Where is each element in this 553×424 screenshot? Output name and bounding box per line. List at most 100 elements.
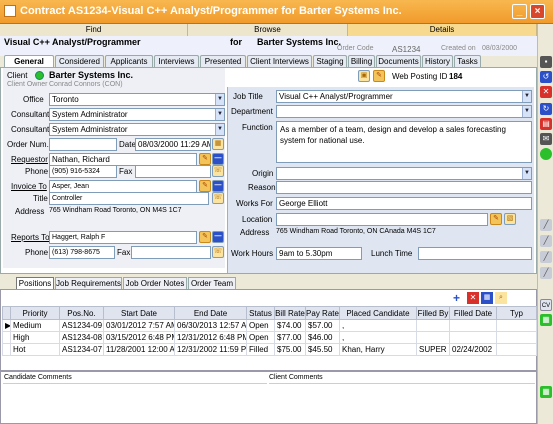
notes-icon[interactable]: ▦ [540, 386, 552, 398]
chevron-down-icon[interactable]: ▼ [522, 168, 531, 179]
col-filled-by[interactable]: Filled By [416, 306, 450, 320]
map-icon[interactable]: ▧ [504, 213, 516, 225]
close-button[interactable]: × [530, 4, 545, 19]
department-select[interactable]: ▼ [276, 105, 532, 118]
tab-billing[interactable]: Billing [348, 55, 375, 67]
pin-icon[interactable]: ✎ [199, 231, 211, 243]
remove-icon[interactable]: — [212, 231, 224, 243]
col-priority[interactable]: Priority [10, 306, 60, 320]
undo-icon[interactable]: ↺ [540, 71, 552, 83]
consultant1-select[interactable]: System Administrator ▼ [49, 108, 225, 121]
chevron-down-icon[interactable]: ▼ [215, 94, 224, 105]
search-icon[interactable]: ⌕ [495, 292, 507, 304]
tab-documents[interactable]: Documents [376, 55, 421, 67]
delete-row-icon[interactable]: ✕ [467, 292, 479, 304]
chevron-down-icon[interactable]: ▼ [522, 106, 531, 117]
tab-client-interviews[interactable]: Client Interviews [247, 55, 312, 67]
dial-icon[interactable]: ☏ [212, 192, 224, 204]
status-icon[interactable] [540, 148, 552, 160]
pin-icon[interactable]: ✎ [490, 213, 502, 225]
dial-icon[interactable]: ☏ [212, 165, 224, 177]
title-bar: Contract AS1234-Visual C++ Analyst/Progr… [0, 0, 553, 24]
web-posting-label: Web Posting ID [392, 72, 448, 81]
col-bill-rate[interactable]: Bill Rate [274, 306, 306, 320]
print-icon[interactable]: ▤ [540, 118, 552, 130]
tab-general[interactable]: General [4, 55, 54, 67]
order-code: AS1234 [392, 45, 421, 54]
fax-field[interactable] [135, 165, 211, 178]
grid-icon[interactable]: ▦ [481, 292, 493, 304]
fax2-field[interactable] [131, 246, 211, 259]
function-textarea[interactable]: As a member of a team, design and develo… [276, 121, 532, 163]
col-start-date[interactable]: Start Date [103, 306, 175, 320]
phone-field[interactable]: (905) 916-5324 [49, 165, 117, 178]
client-comments-field[interactable] [269, 383, 535, 423]
office-select[interactable]: Toronto ▼ [49, 93, 225, 106]
dial-icon[interactable]: ☏ [212, 246, 224, 258]
col-type[interactable]: Typ [496, 306, 537, 320]
invoice-to-label[interactable]: Invoice To [11, 182, 47, 191]
tab-interviews[interactable]: Interviews [154, 55, 199, 67]
link-icon[interactable]: ╱ [540, 235, 552, 247]
tab-presented[interactable]: Presented [200, 55, 246, 67]
tab-tasks[interactable]: Tasks [454, 55, 481, 67]
chevron-down-icon[interactable]: ▼ [215, 109, 224, 120]
col-filled-date[interactable]: Filled Date [449, 306, 497, 320]
col-placed-candidate[interactable]: Placed Candidate [339, 306, 417, 320]
excel-icon[interactable]: ▦ [540, 314, 552, 326]
client-name[interactable]: Barter Systems Inc. [49, 70, 133, 80]
col-status[interactable]: Status [246, 306, 275, 320]
date-field[interactable]: 08/03/2000 11:29 AM [135, 138, 211, 151]
tab-history[interactable]: History [422, 55, 453, 67]
cv-icon[interactable]: CV [540, 299, 552, 311]
job-title-field[interactable]: Visual C++ Analyst/Programmer ▼ [276, 90, 532, 103]
save-icon[interactable]: ▪ [540, 56, 552, 68]
right-toolbar: ▪ ↺ ✕ ↻ ▤ ✉ ╱ ╱ ╱ ╱ CV ▦ ▦ [537, 24, 553, 424]
phone-label: Phone [25, 167, 49, 176]
location-field[interactable] [276, 213, 488, 226]
works-for-field[interactable]: George Elliott [276, 197, 532, 210]
refresh-icon[interactable]: ↻ [540, 103, 552, 115]
chevron-down-icon[interactable]: ▼ [522, 91, 531, 102]
link-icon[interactable]: ╱ [540, 251, 552, 263]
reports-to-label[interactable]: Reports To [11, 233, 50, 242]
tab-staging[interactable]: Staging [313, 55, 347, 67]
link-icon[interactable]: ╱ [540, 267, 552, 279]
order-num-field[interactable] [49, 138, 117, 151]
client-lookup-icon[interactable]: ▣ [358, 70, 370, 82]
table-row[interactable]: ▶ MediumAS1234-09 03/01/2012 7:57 AM06/3… [2, 319, 537, 332]
consultant2-select[interactable]: System Administrator ▼ [49, 123, 225, 136]
table-row[interactable]: Hot AS1234-07 11/28/2001 12:00 AM 12/31/20… [2, 343, 537, 356]
col-end-date[interactable]: End Date [174, 306, 247, 320]
requestor-label[interactable]: Requestor [11, 155, 48, 164]
tab-applicants[interactable]: Applicants [105, 55, 153, 67]
link-icon[interactable]: ╱ [540, 219, 552, 231]
delete-icon[interactable]: ✕ [540, 86, 552, 98]
col-pos-no[interactable]: Pos.No. [59, 306, 104, 320]
reason-field[interactable] [276, 181, 532, 194]
phone2-field[interactable]: (613) 798-8675 [49, 246, 115, 259]
mode-find[interactable]: Find [0, 24, 188, 36]
candidate-comments-field[interactable] [3, 383, 267, 423]
col-pay-rate[interactable]: Pay Rate [305, 306, 340, 320]
lunch-time-field[interactable] [418, 247, 532, 260]
mode-details[interactable]: Details [348, 24, 537, 36]
mode-browse[interactable]: Browse [188, 24, 348, 36]
row-indicator-icon: ▶ [2, 319, 11, 332]
calendar-icon[interactable]: ▦ [212, 138, 224, 150]
title-field[interactable]: Controller [49, 192, 209, 205]
chevron-down-icon[interactable]: ▼ [215, 124, 224, 135]
pin-icon[interactable]: ✎ [199, 153, 211, 165]
remove-icon[interactable]: — [212, 153, 224, 165]
minimize-button[interactable]: _ [512, 4, 527, 19]
email-icon[interactable]: ✉ [540, 133, 552, 145]
reports-to-field[interactable]: Haggert, Ralph F [49, 231, 197, 244]
origin-select[interactable]: ▼ [276, 167, 532, 180]
table-row[interactable]: High AS1234-08 03/15/2012 6:48 PM 12/31/20… [2, 331, 537, 344]
remove-icon[interactable]: — [212, 180, 224, 192]
add-icon[interactable]: + [453, 292, 465, 304]
pin-icon[interactable]: ✎ [373, 70, 385, 82]
pin-icon[interactable]: ✎ [199, 180, 211, 192]
work-hours-field[interactable]: 9am to 5.30pm [276, 247, 362, 260]
tab-considered[interactable]: Considered [55, 55, 104, 67]
